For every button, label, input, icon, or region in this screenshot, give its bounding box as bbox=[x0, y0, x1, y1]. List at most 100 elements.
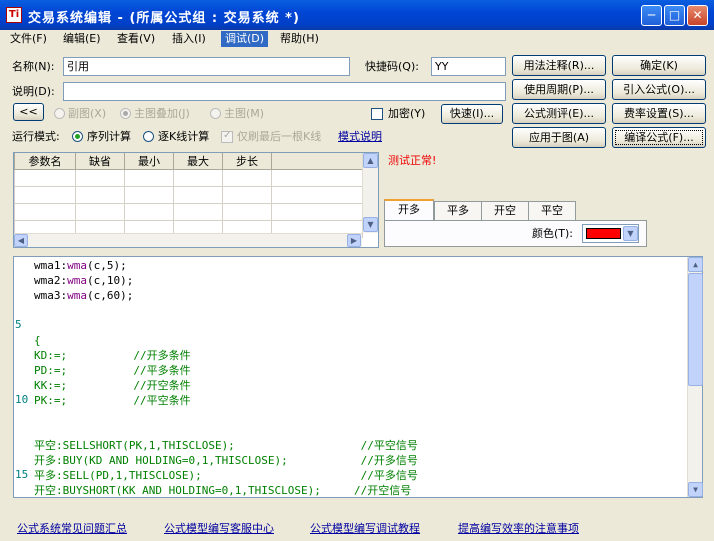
name-label: 名称(N): bbox=[12, 60, 55, 73]
scroll-down-icon[interactable]: ▼ bbox=[363, 217, 378, 232]
table-cell[interactable] bbox=[14, 203, 76, 221]
code-line[interactable]: 平多:SELL(PD,1,THISCLOSE); //平多信号 bbox=[34, 468, 418, 483]
usage-period-button[interactable]: 使用周期(P)... bbox=[512, 79, 606, 100]
code-line[interactable]: { bbox=[34, 333, 41, 348]
code-line[interactable]: KK:=; //开空条件 bbox=[34, 378, 191, 393]
param-step-header[interactable]: 步长 bbox=[222, 153, 272, 170]
window-title: 交易系统编辑 - (所属公式组 : 交易系统 *) bbox=[28, 11, 300, 26]
code-line[interactable]: KD:=; //开多条件 bbox=[34, 348, 191, 363]
description-field[interactable] bbox=[63, 82, 506, 101]
table-cell[interactable] bbox=[173, 186, 223, 204]
table-cell[interactable] bbox=[222, 186, 272, 204]
minimize-button[interactable]: ─ bbox=[641, 5, 662, 26]
table-row[interactable] bbox=[14, 169, 363, 187]
code-token: PK:=; //平空条件 bbox=[34, 394, 191, 407]
code-token: wma2: bbox=[34, 274, 68, 287]
tab-open-long[interactable]: 开多 bbox=[384, 199, 434, 222]
table-cell[interactable] bbox=[173, 169, 223, 187]
param-max-header[interactable]: 最大 bbox=[173, 153, 223, 170]
scroll-left-icon[interactable]: ◀ bbox=[14, 234, 28, 247]
code-line[interactable]: 开多:BUY(KD AND HOLDING=0,1,THISCLOSE); //… bbox=[34, 453, 418, 468]
table-cell[interactable] bbox=[124, 186, 174, 204]
param-table-vscroll[interactable]: ▲ ▼ bbox=[362, 153, 378, 233]
code-token: //平空信号 bbox=[234, 439, 418, 452]
sequence-calc-radio[interactable] bbox=[72, 131, 83, 142]
table-cell[interactable] bbox=[75, 186, 125, 204]
table-row[interactable] bbox=[14, 186, 363, 204]
chevron-down-icon[interactable]: ▼ bbox=[623, 226, 638, 241]
code-token: wma bbox=[67, 274, 87, 287]
code-token: { bbox=[34, 334, 41, 347]
confirm-button[interactable]: 确定(K) bbox=[612, 55, 706, 76]
faq-link[interactable]: 公式系统常见问题汇总 bbox=[17, 520, 127, 536]
table-cell[interactable] bbox=[14, 186, 76, 204]
quick-button[interactable]: 快速(I)... bbox=[441, 104, 503, 124]
efficiency-tips-link[interactable]: 提高编写效率的注意事项 bbox=[458, 520, 579, 536]
table-cell[interactable] bbox=[14, 169, 76, 187]
param-table-hscroll[interactable]: ◀ ▶ bbox=[14, 233, 362, 247]
table-cell[interactable] bbox=[173, 203, 223, 221]
scroll-down-icon[interactable]: ▼ bbox=[688, 482, 703, 497]
encrypt-checkbox[interactable] bbox=[371, 108, 383, 120]
table-cell[interactable] bbox=[75, 169, 125, 187]
kline-calc-radio[interactable] bbox=[143, 131, 154, 142]
tab-open-short[interactable]: 开空 bbox=[481, 201, 529, 221]
table-cell[interactable] bbox=[75, 203, 125, 221]
param-name-header[interactable]: 参数名 bbox=[14, 153, 76, 170]
last-kline-checkbox[interactable] bbox=[221, 130, 233, 143]
code-line[interactable]: 平空:SELLSHORT(PK,1,THISCLOSE); //平空信号 bbox=[34, 438, 418, 453]
param-min-header[interactable]: 最小 bbox=[124, 153, 174, 170]
code-line[interactable]: wma2:wma(c,10); bbox=[34, 273, 133, 288]
scroll-right-icon[interactable]: ▶ bbox=[347, 234, 361, 247]
table-cell[interactable] bbox=[124, 169, 174, 187]
mode-help-link[interactable]: 模式说明 bbox=[338, 130, 382, 144]
table-cell[interactable] bbox=[222, 203, 272, 221]
table-cell[interactable] bbox=[124, 203, 174, 221]
maximize-button[interactable]: □ bbox=[664, 5, 685, 26]
scroll-thumb[interactable] bbox=[688, 273, 703, 386]
formula-test-button[interactable]: 公式测评(E)... bbox=[512, 103, 606, 124]
tab-close-short[interactable]: 平空 bbox=[528, 201, 576, 221]
compile-formula-button[interactable]: 编译公式(F)... bbox=[612, 127, 706, 148]
code-line[interactable]: wma1:wma(c,5); bbox=[34, 258, 127, 273]
apply-chart-button[interactable]: 应用于图(A) bbox=[512, 127, 606, 148]
main-chart-radio[interactable] bbox=[210, 108, 221, 119]
parameter-table[interactable]: 参数名 缺省 最小 最大 步长 ▲ ▼ ◀ ▶ bbox=[13, 152, 379, 248]
tab-close-long[interactable]: 平多 bbox=[434, 201, 482, 221]
shortcut-field[interactable]: YY bbox=[431, 57, 506, 76]
menu-file[interactable]: 文件(F) bbox=[6, 31, 51, 47]
scroll-up-icon[interactable]: ▲ bbox=[688, 257, 703, 272]
fee-settings-button[interactable]: 费率设置(S)... bbox=[612, 103, 706, 124]
sub-chart-radio[interactable] bbox=[54, 108, 65, 119]
usage-notes-button[interactable]: 用法注释(R)... bbox=[512, 55, 606, 76]
test-status-message: 测试正常! bbox=[388, 154, 437, 167]
code-line[interactable]: 开空:BUYSHORT(KK AND HOLDING=0,1,THISCLOSE… bbox=[34, 483, 411, 498]
line-number-gutter: 5 10 15 bbox=[14, 257, 34, 497]
code-token: //开多信号 bbox=[287, 454, 418, 467]
code-line[interactable]: PD:=; //平多条件 bbox=[34, 363, 191, 378]
main-overlay-label: 主图叠加(J) bbox=[134, 107, 190, 120]
name-field[interactable]: 引用 bbox=[63, 57, 350, 76]
support-center-link[interactable]: 公式模型编写客服中心 bbox=[164, 520, 274, 536]
import-formula-button[interactable]: 引入公式(O)... bbox=[612, 79, 706, 100]
param-default-header[interactable]: 缺省 bbox=[75, 153, 125, 170]
code-line[interactable]: PK:=; //平空条件 bbox=[34, 393, 191, 408]
line-number: 15 bbox=[15, 468, 29, 481]
editor-vscroll[interactable]: ▲ ▼ bbox=[687, 257, 703, 497]
code-line[interactable]: wma3:wma(c,60); bbox=[34, 288, 133, 303]
main-overlay-radio[interactable] bbox=[120, 108, 131, 119]
menu-insert[interactable]: 插入(I) bbox=[168, 31, 210, 47]
color-picker[interactable]: ▼ bbox=[582, 224, 639, 243]
table-cell[interactable] bbox=[222, 169, 272, 187]
table-row[interactable] bbox=[14, 203, 363, 221]
scroll-up-icon[interactable]: ▲ bbox=[363, 153, 378, 168]
code-editor[interactable]: 5 10 15 wma1:wma(c,5); wma2:wma(c,10); wma… bbox=[13, 256, 703, 498]
menu-view[interactable]: 查看(V) bbox=[113, 31, 159, 47]
menu-help[interactable]: 帮助(H) bbox=[276, 31, 323, 47]
menu-edit[interactable]: 编辑(E) bbox=[59, 31, 105, 47]
code-token: wma3: bbox=[34, 289, 68, 302]
menu-debug[interactable]: 调试(D) bbox=[221, 31, 269, 47]
collapse-button[interactable]: << bbox=[13, 103, 44, 121]
close-button[interactable]: ✕ bbox=[687, 5, 708, 26]
tutorial-link[interactable]: 公式模型编写调试教程 bbox=[310, 520, 420, 536]
